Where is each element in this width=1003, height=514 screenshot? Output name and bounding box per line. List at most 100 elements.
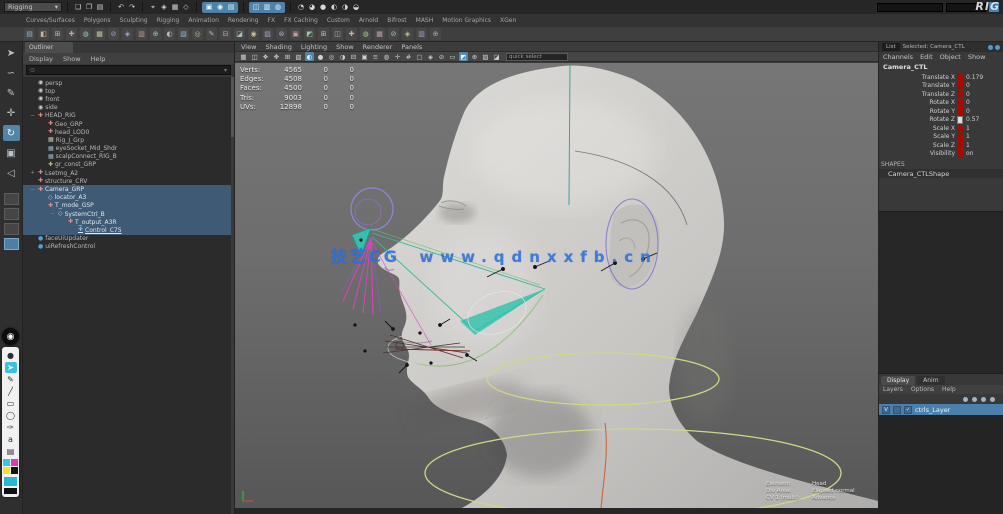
tool-button[interactable]: ◁ (3, 165, 20, 181)
tree-item[interactable]: ▦ scalpConnect_RIG_B (23, 153, 231, 161)
outliner-tab[interactable]: Outliner (25, 42, 73, 53)
shelf-tool-icon[interactable]: ⊕ (430, 28, 441, 40)
viewport-toolbar-icon[interactable]: ◎ (327, 52, 336, 61)
viewport-toolbar-icon[interactable]: ≡ (371, 52, 380, 61)
tool-button[interactable]: ∽ (3, 65, 20, 81)
shelf-tool-icon[interactable]: ⊞ (318, 28, 329, 40)
head-model[interactable] (378, 66, 878, 509)
shelf-tool-icon[interactable]: ▦ (94, 28, 105, 40)
menu-item[interactable]: Channels (883, 53, 913, 61)
menu-item[interactable]: Show (968, 53, 986, 61)
viewport-toolbar-icon[interactable]: ❖ (261, 52, 270, 61)
channel-row[interactable]: Translate Y 0 (879, 82, 1003, 91)
viewport-toolbar-icon[interactable]: ◪ (492, 52, 501, 61)
shelf-tool-icon[interactable]: ▨ (262, 28, 273, 40)
viewport-toolbar-icon[interactable]: ⊟ (349, 52, 358, 61)
annotation-launcher-icon[interactable]: ◉ (2, 328, 19, 345)
channel-row[interactable]: Rotate Y 0 (879, 107, 1003, 116)
channel-row[interactable]: Scale X 1 (879, 124, 1003, 133)
viewport-toolbar-icon[interactable]: ◫ (250, 52, 259, 61)
shelf-tool-icon[interactable]: ▥ (136, 28, 147, 40)
selected-object-name[interactable]: Camera_CTL (879, 62, 1003, 71)
viewport-toolbar-icon[interactable]: ▦ (239, 52, 248, 61)
tree-item[interactable]: ◉ top (23, 87, 231, 95)
color-swatch[interactable] (3, 467, 10, 474)
layer-visibility-toggle[interactable]: V (882, 406, 890, 414)
annotation-tool-icon[interactable]: ▤ (5, 446, 17, 457)
color-swatch[interactable] (11, 459, 18, 466)
panel-tab[interactable]: List (882, 43, 900, 51)
tool-button[interactable]: ➤ (3, 45, 20, 61)
undo-redo-icon[interactable]: ↶ (116, 2, 126, 12)
shelf-tab[interactable]: Curves/Surfaces (26, 17, 75, 24)
shelf-tool-icon[interactable]: ▥ (416, 28, 427, 40)
tree-item[interactable]: + ✚ Lsetmg_A2 (23, 169, 231, 177)
tool-button[interactable]: ↻ (3, 125, 20, 141)
channel-row[interactable]: Scale Z 1 (879, 141, 1003, 150)
menu-item[interactable]: Lighting (301, 43, 327, 51)
shelf-tool-icon[interactable]: ◉ (248, 28, 259, 40)
shelf-tool-icon[interactable]: ✎ (206, 28, 217, 40)
shelf-tool-icon[interactable]: ▧ (178, 28, 189, 40)
menu-set-dropdown[interactable]: Rigging ▾ (4, 2, 62, 12)
render-icon[interactable]: ◒ (351, 2, 361, 12)
annotation-tool-icon[interactable]: a (5, 434, 17, 445)
color-swatch[interactable] (11, 467, 18, 474)
menu-item[interactable]: View (241, 43, 256, 51)
toggle-icon[interactable]: ◫ (251, 2, 261, 12)
menu-item[interactable]: Panels (401, 43, 422, 51)
expand-icon[interactable]: − (29, 113, 36, 119)
shelf-tool-icon[interactable]: ◍ (360, 28, 371, 40)
undo-redo-icon[interactable]: ↷ (127, 2, 137, 12)
viewport-toolbar-icon[interactable]: ⊘ (437, 52, 446, 61)
tree-item[interactable]: ▦ eyeSocket_Mid_Shdr (23, 145, 231, 153)
channel-value[interactable]: 0 (963, 108, 1003, 115)
menu-item[interactable]: Show (336, 43, 354, 51)
tree-item[interactable]: ◉ front (23, 95, 231, 103)
tree-item[interactable]: ◉ persp (23, 79, 231, 87)
render-icon[interactable]: ◐ (329, 2, 339, 12)
outliner-scrollbar[interactable] (231, 77, 234, 514)
snap-icon[interactable]: ⌖ (148, 2, 158, 12)
tool-button[interactable]: ✛ (3, 105, 20, 121)
annotation-tool-icon[interactable]: ✎ (5, 374, 17, 385)
layer-tool-icon[interactable] (981, 397, 986, 402)
layer-tool-icon[interactable] (972, 397, 977, 402)
tree-item[interactable]: ● uiRefreshControl (23, 243, 231, 251)
shelf-tool-icon[interactable]: ◍ (80, 28, 91, 40)
layout-button[interactable] (4, 208, 19, 220)
channel-row[interactable]: Scale Y 1 (879, 133, 1003, 142)
layout-button[interactable] (4, 223, 19, 235)
scene-3d[interactable] (235, 63, 878, 508)
layer-row[interactable]: V ✓ ctrls_Layer (879, 404, 1003, 415)
file-icon[interactable]: ❏ (73, 2, 83, 12)
viewport-toolbar-icon[interactable]: ⊞ (283, 52, 292, 61)
channel-value[interactable]: 1 (963, 133, 1003, 140)
shelf-tab[interactable]: Sculpting (120, 17, 148, 24)
toggle-icon[interactable]: ▤ (226, 2, 236, 12)
snap-icon[interactable]: ◇ (181, 2, 191, 12)
layout-button[interactable] (4, 193, 19, 205)
quick-select-field[interactable]: quick select (506, 53, 568, 61)
shelf-tool-icon[interactable]: ◐ (164, 28, 175, 40)
menu-item[interactable]: Help (942, 386, 956, 393)
channel-value[interactable]: 1 (963, 142, 1003, 149)
viewport-toolbar-icon[interactable]: ◈ (426, 52, 435, 61)
tree-item[interactable]: − ✚ HEAD_RIG (23, 112, 231, 120)
channel-value[interactable]: 0 (963, 91, 1003, 98)
render-icon[interactable]: ● (318, 2, 328, 12)
channel-row[interactable]: Rotate Z 0.57 (879, 116, 1003, 125)
shelf-tool-icon[interactable]: ▦ (374, 28, 385, 40)
render-icon[interactable]: ◕ (307, 2, 317, 12)
expand-icon[interactable]: − (29, 187, 36, 193)
viewport-toolbar-icon[interactable]: ▨ (481, 52, 490, 61)
layer-name[interactable]: ctrls_Layer (915, 406, 950, 414)
tree-item[interactable]: ✚ Geo_GRP (23, 120, 231, 128)
tool-button[interactable]: ▣ (3, 145, 20, 161)
input-field[interactable] (877, 3, 943, 12)
tree-item[interactable]: ✚ structure_CRV (23, 177, 231, 185)
shelf-tool-icon[interactable]: ⊗ (276, 28, 287, 40)
outliner-search[interactable]: ⊙ ▾ (26, 65, 231, 75)
eye-ctrl[interactable] (351, 188, 393, 230)
tree-item[interactable]: ✚ gr_const_GRP (23, 161, 231, 169)
